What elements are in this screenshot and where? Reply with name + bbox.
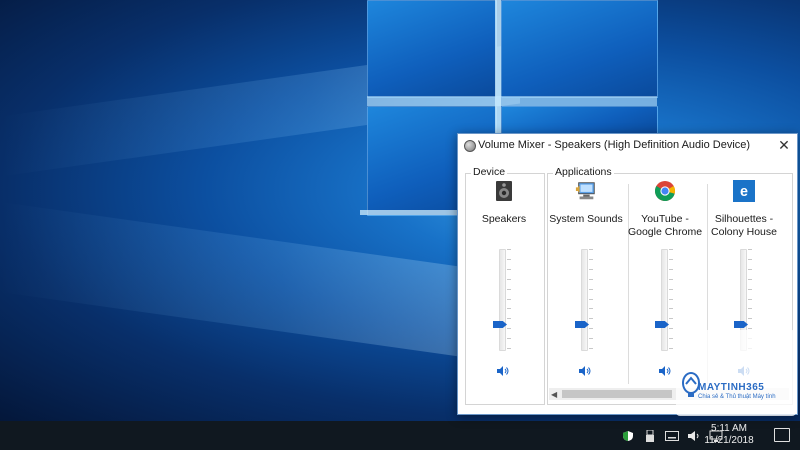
channel-label: System Sounds — [549, 213, 623, 225]
slider-tick — [669, 308, 673, 309]
channel-label: YouTube - Google Chrome — [627, 213, 703, 238]
slider-tick — [589, 308, 593, 309]
slider-tick — [748, 289, 752, 290]
mute-system-sounds-icon[interactable] — [578, 365, 592, 377]
slider-tick — [589, 279, 593, 280]
slider-tick — [589, 299, 593, 300]
slider-tick — [748, 259, 752, 260]
shield-icon[interactable] — [621, 429, 635, 443]
watermark: MAYTINH365 Chia sẻ & Thủ thuật Máy tính — [676, 330, 796, 416]
slider-tick — [589, 249, 593, 250]
slider-tick — [669, 328, 673, 329]
slider-tick — [507, 249, 511, 250]
keyboard-icon[interactable] — [665, 429, 679, 443]
slider-tick — [507, 279, 511, 280]
speaker-device-icon[interactable] — [493, 180, 515, 202]
slider-tick — [669, 259, 673, 260]
watermark-tagline: Chia sẻ & Thủ thuật Máy tính — [698, 394, 776, 400]
window-title: Volume Mixer - Speakers (High Definition… — [478, 139, 751, 151]
mute-chrome-icon[interactable] — [658, 365, 672, 377]
slider-tick — [669, 249, 673, 250]
applications-group-label: Applications — [553, 166, 614, 178]
slider-tick — [507, 289, 511, 290]
slider-tick — [507, 269, 511, 270]
slider-tick — [589, 338, 593, 339]
speaker-app-icon — [464, 140, 476, 152]
slider-tick — [669, 338, 673, 339]
taskbar: 5:11 AM 11/21/2018 — [0, 421, 800, 450]
svg-text:e: e — [740, 184, 748, 200]
device-group-label: Device — [471, 166, 508, 178]
slider-tick — [748, 269, 752, 270]
chrome-icon[interactable] — [654, 180, 676, 202]
slider-tick — [507, 308, 511, 309]
close-button[interactable]: ✕ — [775, 136, 793, 154]
slider-tick — [669, 279, 673, 280]
scroll-left-icon[interactable]: ◀ — [551, 390, 557, 399]
title-bar[interactable]: Volume Mixer - Speakers (High Definition… — [458, 134, 797, 158]
edge-icon[interactable]: e — [733, 180, 755, 202]
slider-tick — [507, 328, 511, 329]
slider-tick — [507, 348, 511, 349]
slider-tick — [748, 308, 752, 309]
clock-time: 5:11 AM — [711, 423, 747, 434]
taskbar-clock[interactable]: 5:11 AM 11/21/2018 — [694, 423, 764, 447]
channel-label: Speakers — [481, 213, 527, 225]
usb-icon[interactable] — [643, 429, 657, 443]
volume-slider-chrome[interactable] — [655, 249, 673, 351]
slider-tick — [507, 299, 511, 300]
slider-tick — [507, 318, 511, 319]
watermark-brand: MAYTINH365 — [698, 382, 765, 393]
volume-slider-system-sounds[interactable] — [575, 249, 593, 351]
slider-tick — [669, 318, 673, 319]
system-sounds-icon[interactable] — [575, 180, 597, 202]
slider-tick — [589, 318, 593, 319]
slider-tick — [589, 289, 593, 290]
volume-slider-speakers[interactable] — [493, 249, 511, 351]
slider-tick — [507, 259, 511, 260]
slider-tick — [748, 299, 752, 300]
slider-tick — [589, 328, 593, 329]
slider-tick — [748, 249, 752, 250]
scrollbar-thumb[interactable] — [562, 390, 672, 398]
mute-speakers-icon[interactable] — [496, 365, 510, 377]
channel-silhouettes: e Silhouettes - Colony House — [705, 180, 783, 239]
slider-tick — [669, 289, 673, 290]
slider-tick — [748, 279, 752, 280]
slider-tick — [669, 348, 673, 349]
slider-tick — [669, 299, 673, 300]
slider-tick — [589, 269, 593, 270]
action-center-icon[interactable] — [774, 428, 790, 442]
slider-tick — [748, 318, 752, 319]
slider-tick — [589, 259, 593, 260]
slider-tick — [589, 348, 593, 349]
channel-speakers: Speakers — [465, 180, 543, 239]
channel-label: Silhouettes - Colony House — [711, 213, 777, 238]
slider-tick — [748, 328, 752, 329]
clock-date: 11/21/2018 — [704, 435, 754, 446]
channel-system-sounds: System Sounds — [547, 180, 625, 239]
slider-tick — [507, 338, 511, 339]
channel-youtube-chrome: YouTube - Google Chrome — [626, 180, 704, 239]
slider-tick — [669, 269, 673, 270]
